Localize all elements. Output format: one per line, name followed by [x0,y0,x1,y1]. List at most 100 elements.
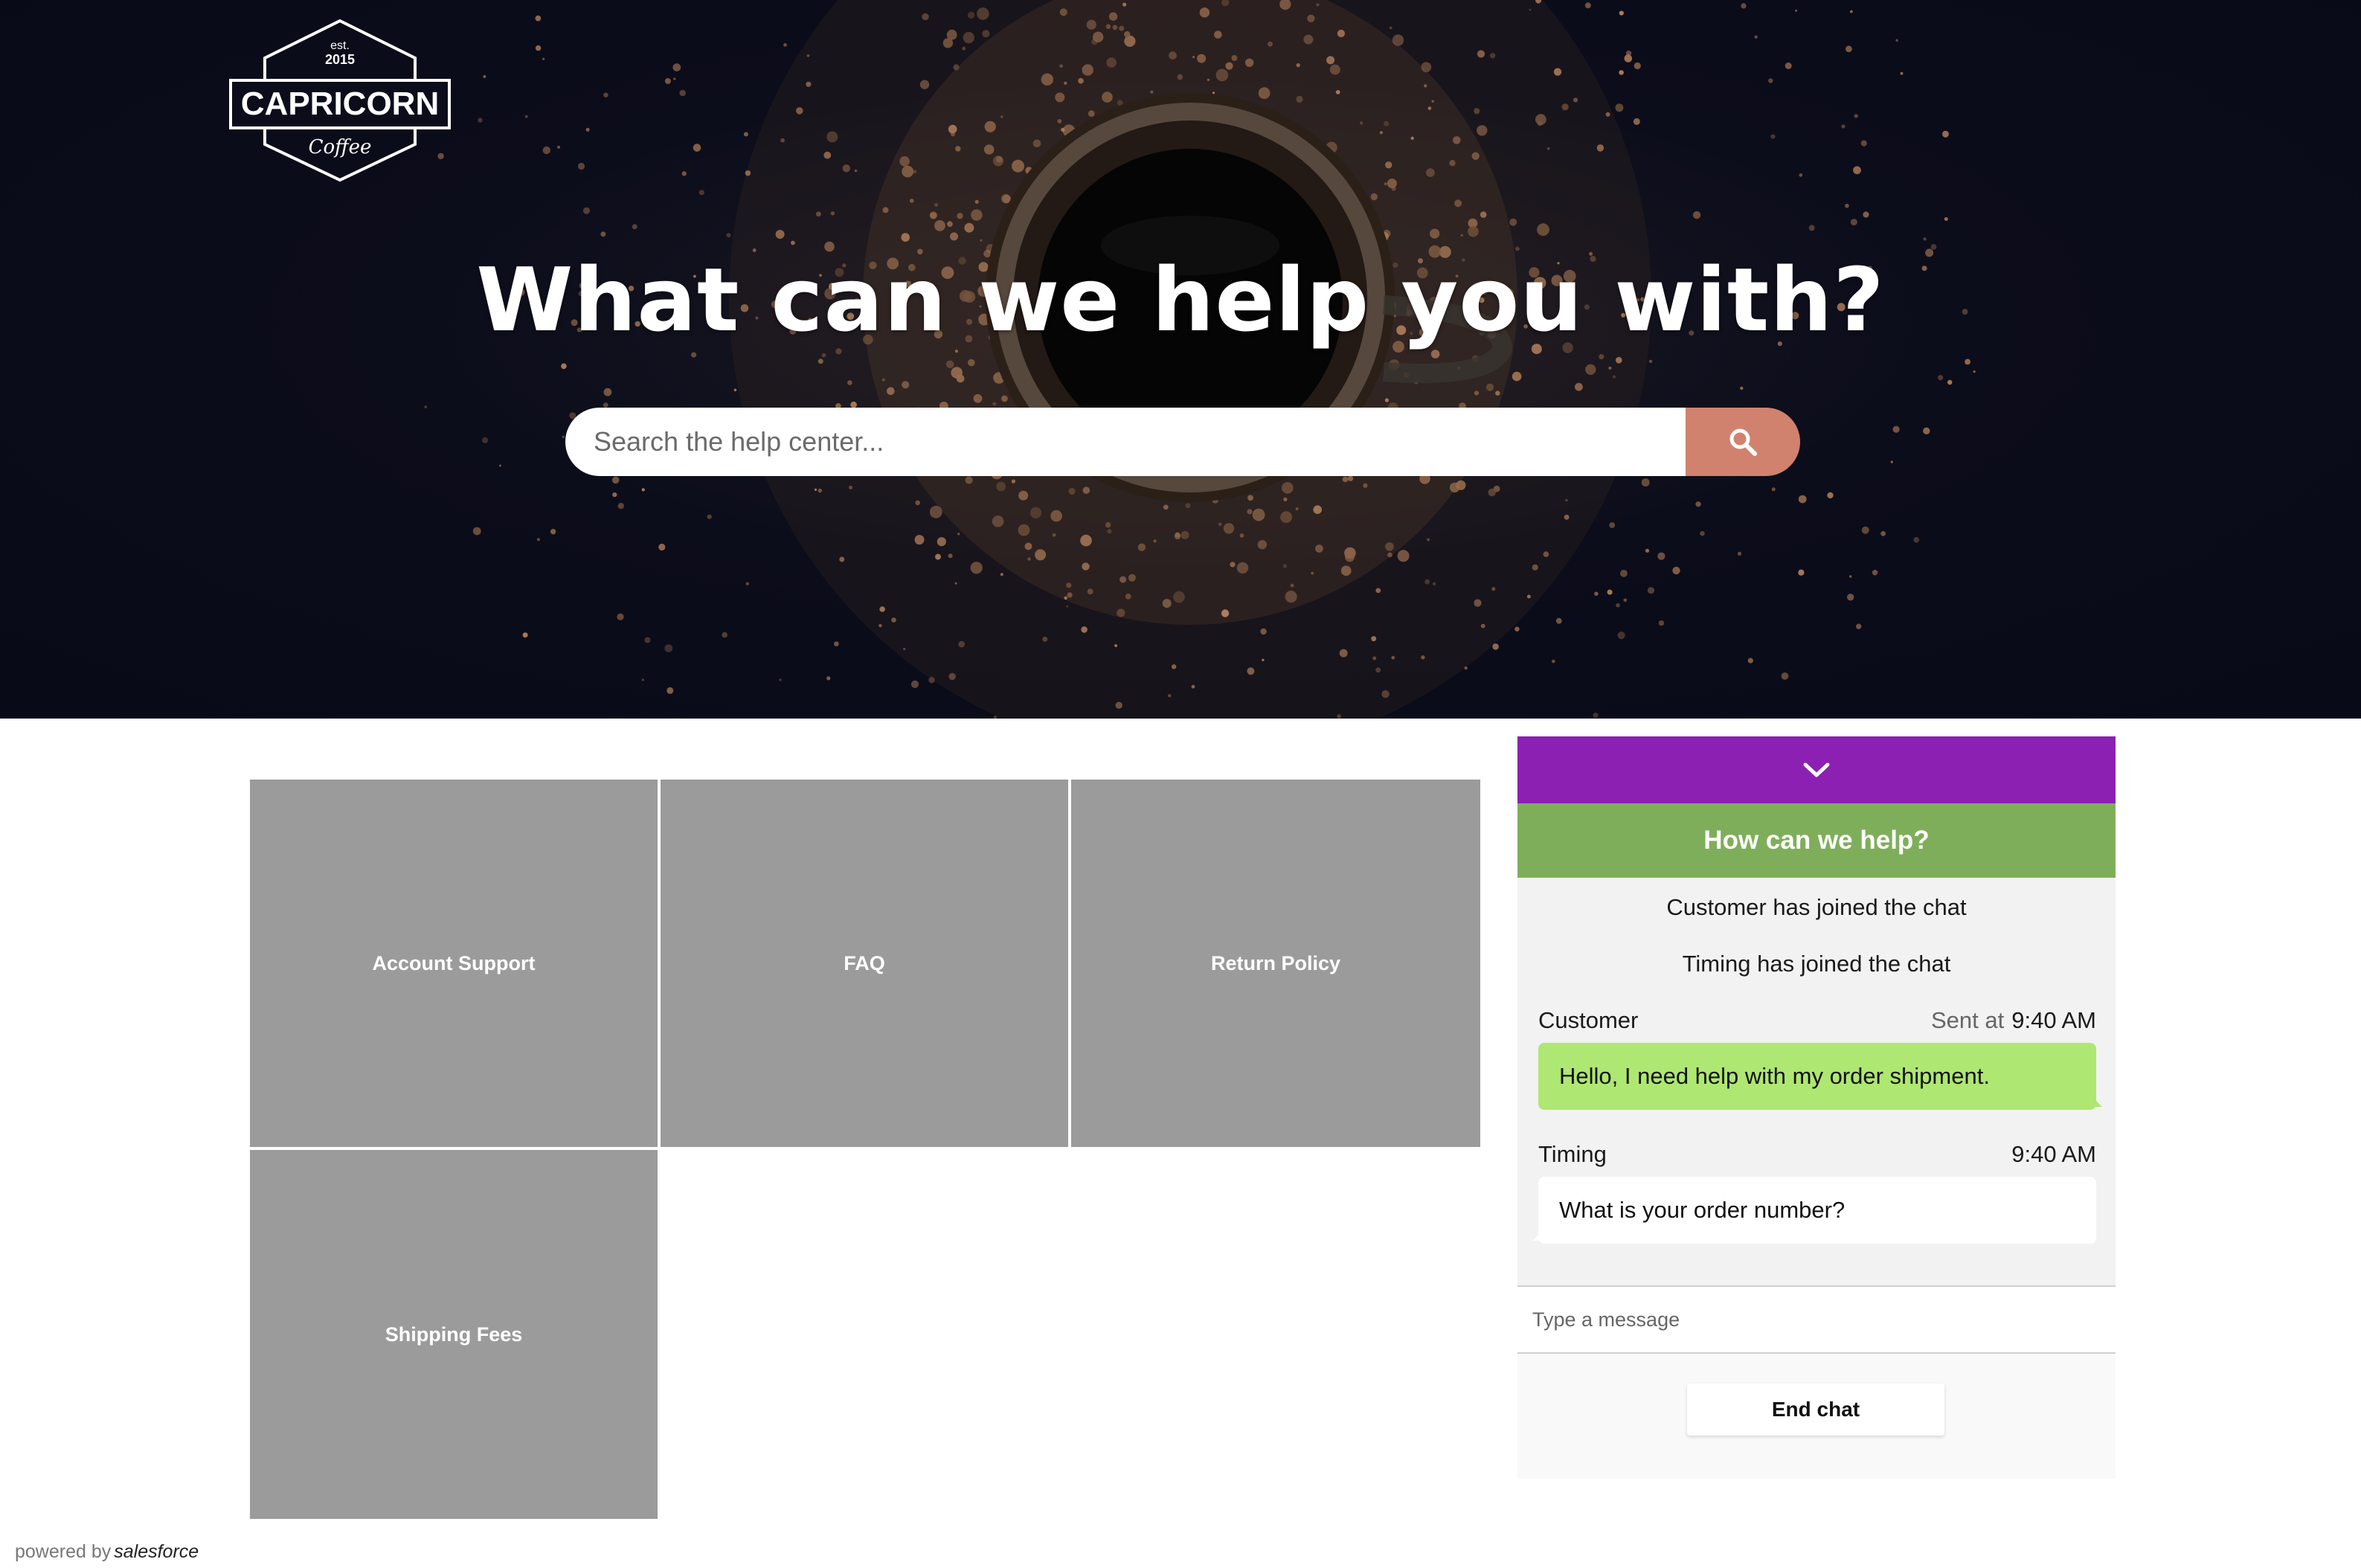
coffee-ground-speck [996,156,1003,163]
coffee-ground-speck [1191,684,1195,689]
coffee-ground-speck [1214,30,1222,39]
search-input[interactable] [565,408,1686,476]
coffee-ground-speck [1853,166,1861,175]
end-chat-button[interactable]: End chat [1687,1384,1944,1436]
coffee-ground-speck [834,641,839,646]
coffee-ground-speck [1231,55,1238,61]
coffee-ground-speck [891,617,896,623]
coffee-ground-speck [910,680,919,689]
coffee-ground-speck [535,45,542,51]
coffee-ground-speck [1944,217,1948,221]
coffee-ground-speck [1153,539,1157,543]
coffee-ground-speck [1285,591,1297,603]
coffee-ground-speck [472,527,481,536]
coffee-ground-speck [1102,91,1113,103]
coffee-ground-speck [1616,356,1622,364]
tile-faq[interactable]: FAQ [661,780,1068,1147]
coffee-ground-speck [1066,582,1072,588]
coffee-ground-speck [1124,31,1131,38]
coffee-ground-speck [1315,544,1323,553]
coffee-ground-speck [542,146,550,155]
coffee-ground-speck [992,515,1004,527]
coffee-ground-speck [644,637,651,643]
coffee-ground-speck [1078,77,1084,84]
coffee-ground-speck [815,211,821,217]
coffee-ground-speck [1223,523,1235,534]
coffee-ground-speck [1303,34,1314,45]
coffee-ground-speck [1552,659,1555,663]
coffee-ground-speck [929,505,942,518]
coffee-ground-speck [1514,626,1520,632]
coffee-ground-speck [1128,573,1136,582]
coffee-ground-speck [1162,599,1172,608]
coffee-ground-speck [1379,131,1383,135]
coffee-ground-speck [1464,666,1468,670]
chat-input-area [1517,1285,2116,1354]
coffee-ground-speck [1648,359,1653,363]
coffee-ground-speck [1633,118,1640,125]
coffee-ground-speck [1173,591,1185,603]
coffee-ground-speck [996,481,1006,492]
tile-label: Account Support [372,951,536,974]
coffee-ground-speck [1080,534,1092,547]
coffee-ground-speck [478,118,483,123]
coffee-ground-speck [984,121,996,132]
coffee-ground-speck [577,162,585,170]
coffee-ground-speck [1335,90,1340,94]
coffee-ground-speck [849,486,853,489]
coffee-ground-speck [600,231,606,237]
coffee-ground-speck [1612,375,1616,379]
logo-year-text: 2015 [325,52,355,67]
coffee-ground-speck [922,13,929,21]
tile-return-policy[interactable]: Return Policy [1071,780,1480,1147]
coffee-ground-speck [1337,714,1341,719]
capricorn-coffee-logo[interactable]: est. 2015 CAPRICORN Coffee [228,18,452,183]
tile-label: Shipping Fees [385,1323,523,1346]
coffee-ground-speck [1175,532,1180,538]
coffee-ground-speck [1798,569,1805,576]
coffee-ground-speck [1012,159,1024,173]
coffee-ground-speck [1055,92,1065,103]
tile-account-support[interactable]: Account Support [250,780,658,1147]
coffee-ground-speck [1480,623,1485,629]
coffee-ground-speck [483,75,486,78]
coffee-ground-speck [1537,223,1549,237]
coffee-ground-speck [1389,26,1392,30]
coffee-ground-speck [1947,379,1953,385]
coffee-ground-speck [968,359,975,367]
coffee-ground-speck [1001,395,1008,402]
coffee-ground-speck [1768,78,1773,83]
chat-message-input[interactable] [1517,1287,2116,1352]
coffee-ground-speck [1385,542,1394,551]
coffee-ground-speck [1119,25,1125,31]
coffee-ground-speck [536,538,541,542]
coffee-ground-speck [942,38,954,48]
coffee-ground-speck [1672,566,1680,575]
coffee-ground-speck [1066,605,1069,608]
coffee-ground-speck [1619,70,1624,75]
coffee-ground-speck [983,144,995,155]
coffee-ground-speck [1236,562,1249,574]
tile-shipping-fees[interactable]: Shipping Fees [250,1150,658,1519]
coffee-ground-speck [965,476,973,484]
coffee-ground-speck [1965,359,1971,365]
coffee-ground-speck [1000,115,1003,118]
coffee-ground-speck [664,644,673,652]
message-text: Hello, I need help with my order shipmen… [1559,1063,1990,1089]
coffee-ground-speck [934,202,939,207]
coffee-ground-speck [681,171,687,176]
coffee-ground-speck [582,207,591,214]
coffee-ground-speck [958,640,965,648]
powered-by-salesforce[interactable]: powered by salesforce [15,1541,199,1563]
search-button[interactable] [1686,408,1800,476]
coffee-ground-speck [1488,488,1496,497]
coffee-ground-speck [1027,557,1031,561]
coffee-ground-speck [1847,594,1854,601]
message-text: What is your order number? [1559,1197,1846,1223]
coffee-ground-speck [1372,656,1377,661]
coffee-ground-speck [780,138,785,143]
coffee-ground-speck [974,199,979,204]
coffee-ground-speck [1477,125,1488,136]
chat-minimize-button[interactable] [1517,736,2116,803]
coffee-ground-speck [1754,35,1758,39]
